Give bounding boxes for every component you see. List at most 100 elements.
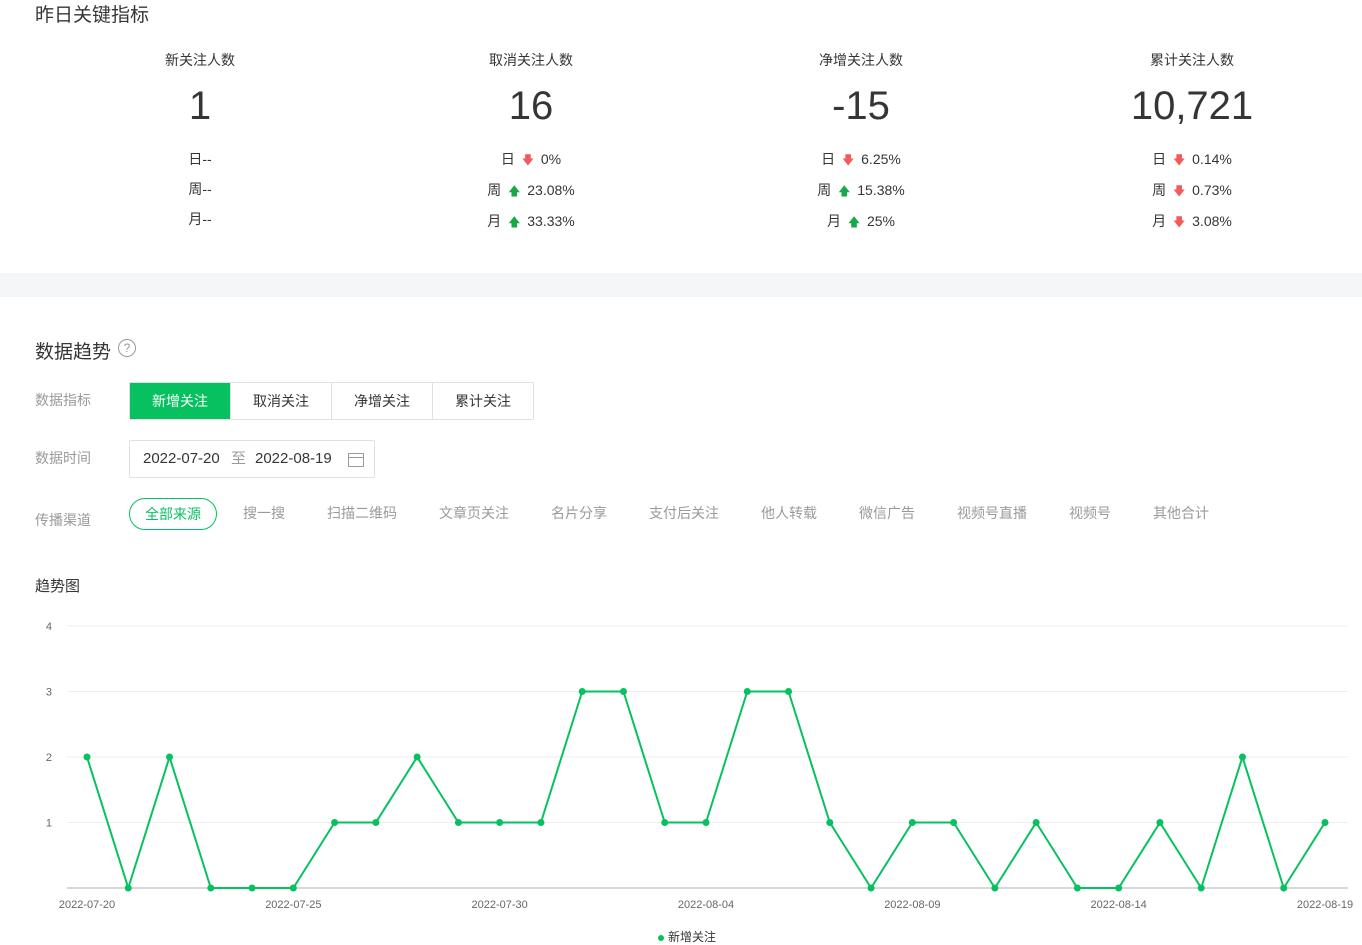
arrow-down-icon: 🡇	[1172, 215, 1186, 229]
metric-compare-row: 月--	[70, 204, 330, 234]
x-tick-label: 2022-08-14	[1091, 899, 1147, 911]
metric-compare-row: 周--	[70, 174, 330, 204]
data-point	[248, 884, 256, 892]
data-point	[331, 819, 339, 826]
channel-filter[interactable]: 支付后关注	[649, 498, 719, 528]
channel-filter[interactable]: 其他合计	[1153, 498, 1209, 528]
data-point	[867, 884, 875, 892]
data-point	[991, 884, 999, 892]
y-tick-label: 4	[46, 621, 52, 633]
metric-card: 净增关注人数 -15 日 🡇 6.25% 周 🡅 15.38% 月 🡅 25%	[731, 50, 991, 237]
arrow-down-icon: 🡇	[1172, 184, 1186, 198]
metric-label: 累计关注人数	[1150, 52, 1234, 68]
compare-period: 周	[188, 181, 203, 197]
data-point	[372, 819, 380, 826]
data-point	[908, 819, 916, 826]
data-point	[619, 688, 627, 695]
metric-card: 累计关注人数 10,721 日 🡇 0.14% 周 🡇 0.73% 月 🡇 3.08%	[1062, 50, 1322, 237]
date-start[interactable]: 2022-07-20	[143, 441, 220, 477]
metric-label: 净增关注人数	[819, 52, 903, 68]
metric-compare-row: 月 🡇 3.08%	[1062, 206, 1322, 237]
metric-compare-row: 日 🡇 0%	[401, 144, 661, 175]
data-point	[1073, 884, 1081, 892]
compare-period: 月	[487, 213, 502, 229]
legend-marker	[658, 934, 664, 941]
channel-filter[interactable]: 文章页关注	[439, 498, 509, 528]
compare-period: 周	[817, 182, 832, 198]
compare-value: 6.25%	[861, 151, 901, 167]
x-tick-label: 2022-08-19	[1297, 899, 1353, 911]
data-point	[1197, 884, 1205, 892]
data-point	[1238, 753, 1246, 761]
date-end[interactable]: 2022-08-19	[255, 441, 332, 477]
data-point	[166, 753, 174, 761]
compare-value: 0.73%	[1192, 182, 1232, 198]
channel-filter[interactable]: 名片分享	[551, 498, 607, 528]
metric-compare-row: 周 🡅 23.08%	[401, 175, 661, 206]
data-point	[661, 819, 669, 826]
y-tick-label: 1	[46, 818, 52, 830]
y-tick-label: 3	[46, 687, 52, 699]
data-point	[1115, 884, 1123, 892]
date-range-picker[interactable]: 2022-07-20 至 2022-08-19	[129, 440, 375, 478]
help-icon[interactable]: ?	[118, 339, 136, 357]
series-line	[86, 690, 1326, 889]
compare-period: 月	[826, 213, 841, 229]
legend-label: 新增关注	[668, 930, 717, 944]
x-tick-label: 2022-07-20	[59, 899, 115, 911]
metric-value: 10,721	[1130, 84, 1254, 128]
data-point	[413, 753, 421, 761]
tab-indicator[interactable]: 取消关注	[230, 383, 331, 419]
arrow-down-icon: 🡇	[841, 153, 855, 167]
data-point	[83, 753, 91, 761]
x-tick-label: 2022-07-25	[265, 899, 321, 911]
compare-value: --	[202, 211, 212, 227]
indicator-tabs: 新增关注 取消关注 净增关注 累计关注	[129, 382, 534, 420]
x-tick-label: 2022-07-30	[472, 899, 528, 911]
time-label: 数据时间	[35, 450, 91, 466]
data-point	[454, 819, 462, 826]
channel-filter[interactable]: 视频号	[1069, 498, 1111, 528]
compare-value: 3.08%	[1192, 213, 1232, 229]
tab-indicator[interactable]: 新增关注	[130, 383, 230, 419]
channel-filter[interactable]: 微信广告	[859, 498, 915, 528]
channel-filter[interactable]: 扫描二维码	[327, 498, 397, 528]
metric-compare-row: 周 🡇 0.73%	[1062, 175, 1322, 206]
channel-filter[interactable]: 搜一搜	[243, 498, 285, 528]
compare-period: 日	[188, 151, 203, 167]
arrow-up-icon: 🡅	[847, 215, 861, 229]
metric-compare-row: 月 🡅 25%	[731, 206, 991, 237]
arrow-down-icon: 🡇	[521, 153, 535, 167]
compare-period: 日	[821, 151, 836, 167]
metric-card: 新关注人数 1 日-- 周-- 月--	[70, 50, 330, 234]
channel-filter[interactable]: 全部来源	[129, 498, 217, 530]
x-tick-label: 2022-08-09	[884, 899, 940, 911]
data-point	[1156, 819, 1164, 826]
data-point	[124, 884, 132, 892]
data-point	[537, 819, 545, 826]
compare-value: 33.33%	[527, 213, 575, 229]
metric-label: 新关注人数	[165, 52, 235, 68]
data-point	[1032, 819, 1040, 826]
calendar-icon[interactable]	[348, 453, 364, 467]
data-point	[950, 819, 958, 826]
compare-value: --	[202, 151, 212, 167]
page-title: 昨日关键指标	[35, 5, 150, 26]
data-point	[826, 819, 834, 826]
tab-indicator[interactable]: 净增关注	[331, 383, 432, 419]
arrow-up-icon: 🡅	[838, 184, 851, 198]
indicator-label: 数据指标	[35, 392, 91, 408]
channel-filter[interactable]: 他人转载	[761, 498, 817, 528]
arrow-up-icon: 🡅	[508, 215, 521, 229]
date-separator: 至	[231, 450, 247, 467]
tab-indicator[interactable]: 累计关注	[432, 383, 533, 419]
chart-legend[interactable]: 新增关注	[658, 928, 716, 945]
channel-filter[interactable]: 视频号直播	[957, 498, 1027, 528]
data-point	[207, 884, 215, 892]
arrow-up-icon: 🡅	[508, 184, 521, 198]
data-point	[289, 884, 297, 892]
metric-compare-row: 月 🡅 33.33%	[401, 206, 661, 237]
data-point	[1280, 884, 1288, 892]
x-tick-label: 2022-08-04	[678, 899, 734, 911]
data-point	[785, 688, 793, 695]
